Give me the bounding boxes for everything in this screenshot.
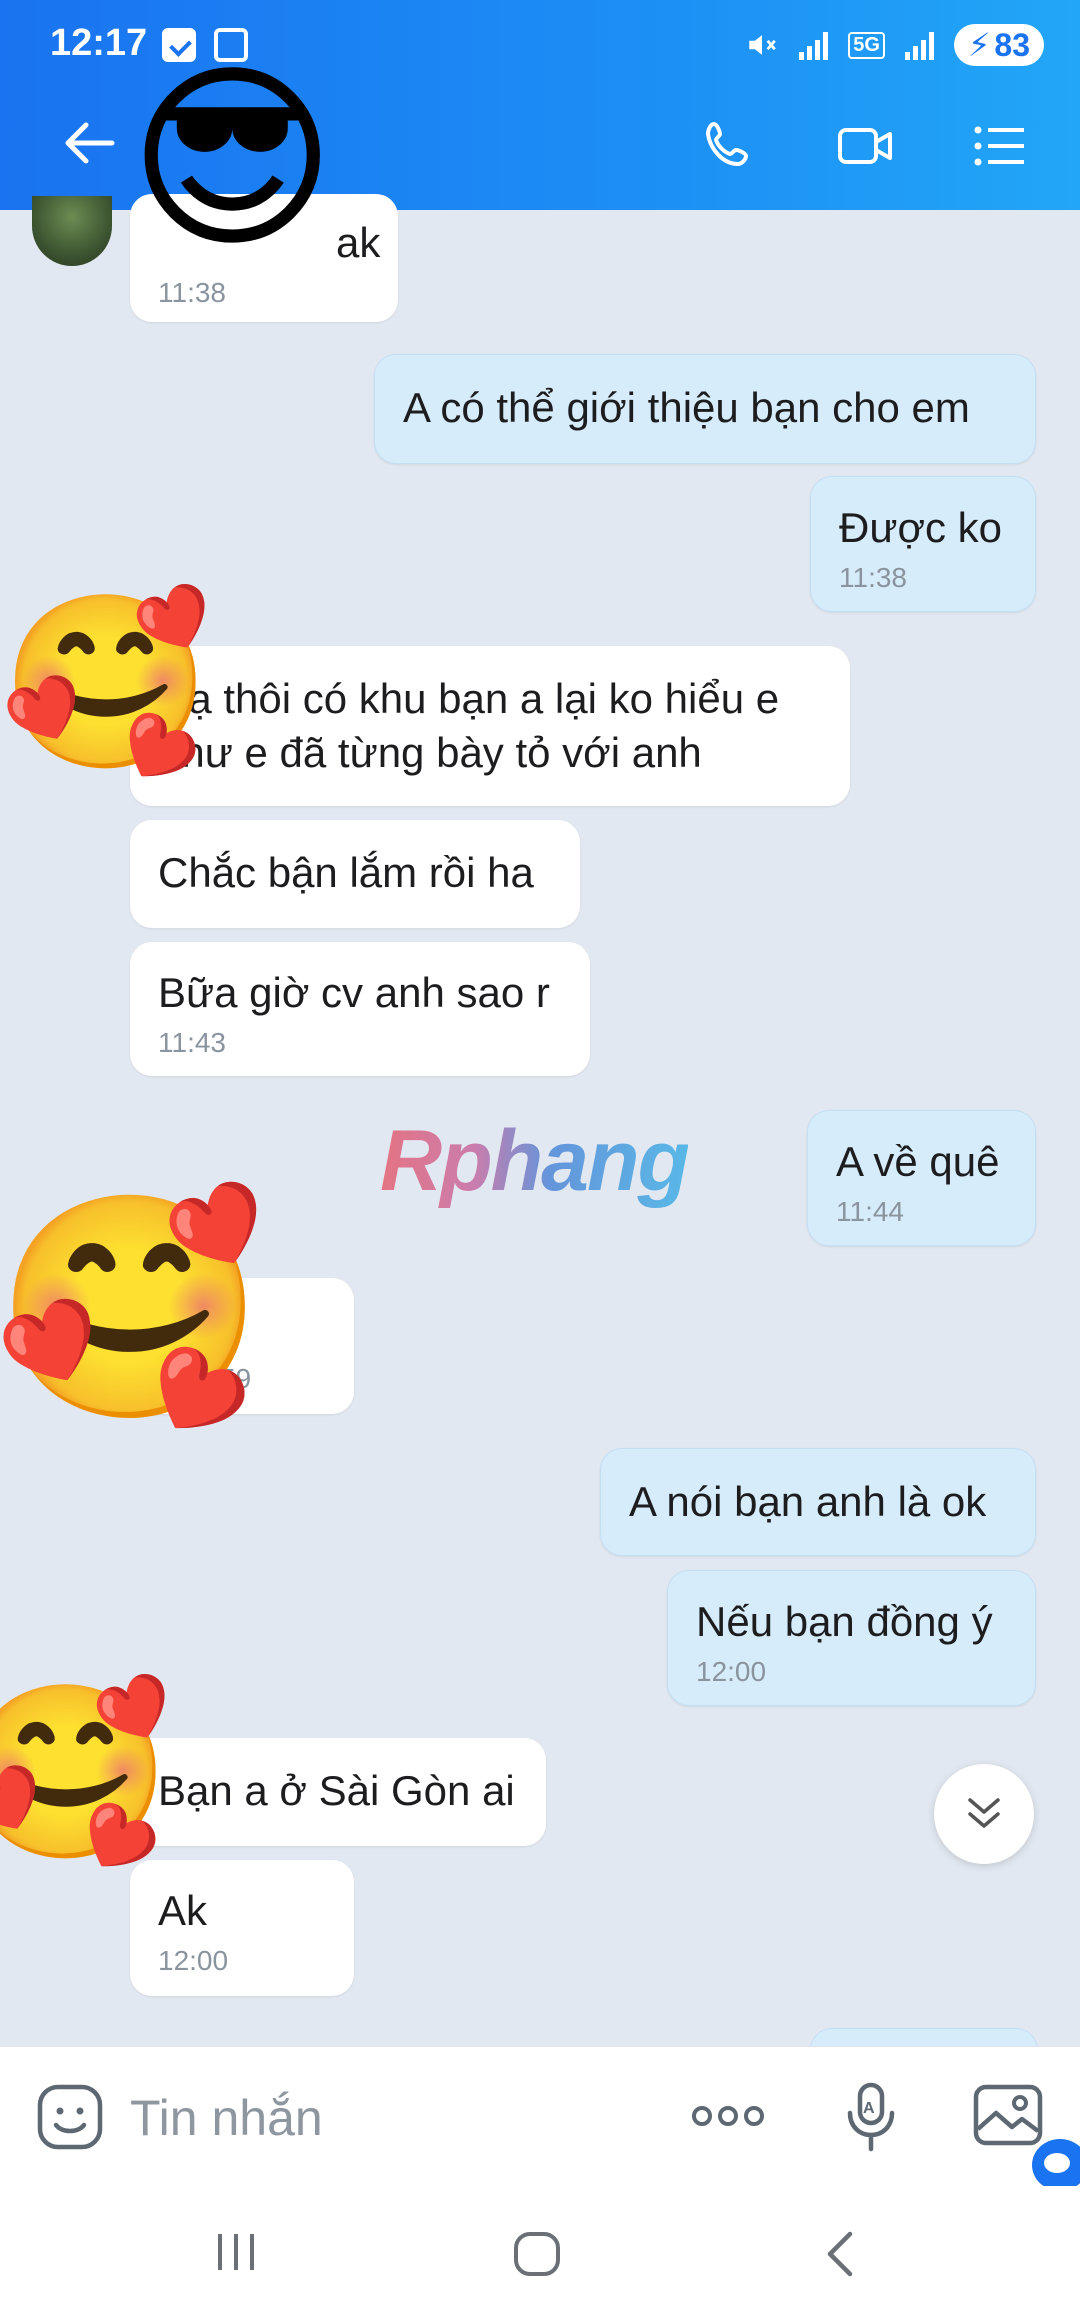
message-bubble[interactable]: Bữa giờ cv anh sao r 11:43 [130, 942, 590, 1076]
message-bubble[interactable]: Bạn a ở Sài Gòn ai [130, 1738, 546, 1846]
message-composer: Tin nhắn A [0, 2046, 1080, 2191]
phone-icon[interactable] [700, 118, 760, 174]
message-bubble[interactable]: A về quê 11:44 [807, 1110, 1036, 1246]
contact-avatar-photo[interactable] [32, 196, 112, 266]
message-bubble[interactable]: A nói bạn anh là ok [600, 1448, 1036, 1556]
charging-icon: ⚡ [967, 27, 991, 63]
chat-bubble-badge[interactable] [1032, 2139, 1080, 2191]
image-icon[interactable] [972, 2083, 1044, 2147]
battery-indicator: ⚡ 83 [953, 24, 1044, 66]
message-text: Ak [158, 1887, 208, 1934]
message-text: A có thể giới thiệu bạn cho em [403, 384, 970, 431]
message-bubble[interactable]: Ak 12:00 [130, 1860, 354, 1996]
status-right-icons: 5G ⚡ 83 [745, 24, 1044, 66]
message-text: Bữa giờ cv anh sao r [158, 969, 550, 1016]
message-text: Nếu bạn đồng ý [696, 1598, 993, 1645]
message-bubble[interactable]: Chắc bận lắm rồi ha [130, 820, 580, 928]
message-text: Dạ thôi có khu bạn a lại ko hiểu e như e… [158, 675, 780, 776]
message-time: 11:44 [836, 1196, 904, 1227]
double-chevron-down-icon [968, 1798, 1000, 1828]
list-menu-icon[interactable] [970, 118, 1030, 174]
more-dots-icon[interactable] [690, 2101, 766, 2131]
emoji-icon[interactable] [36, 2083, 104, 2151]
watermark-logo: Rphang [380, 1113, 690, 1209]
mic-icon[interactable]: A [844, 2081, 898, 2155]
mute-icon [749, 35, 777, 55]
message-time: 12:00 [696, 1656, 767, 1687]
recent-apps-icon[interactable] [212, 2230, 260, 2274]
battery-level: 83 [994, 26, 1030, 63]
message-bubble[interactable]: Dạ thôi có khu bạn a lại ko hiểu e như e… [130, 646, 850, 806]
sender-avatar-emoji[interactable]: 🥰 [0, 598, 212, 768]
home-icon[interactable] [512, 2230, 562, 2278]
sender-avatar-emoji[interactable]: 🥰 [0, 1688, 172, 1858]
message-text: Được ko [839, 504, 1003, 551]
signal-2-icon [904, 30, 934, 60]
message-text: A nói bạn anh là ok [629, 1478, 987, 1525]
message-bubble[interactable]: A có thể giới thiệu bạn cho em [374, 354, 1036, 464]
sender-avatar-emoji[interactable]: 🥰 [0, 1200, 265, 1418]
svg-text:A: A [863, 2100, 875, 2117]
message-input[interactable]: Tin nhắn [130, 2089, 323, 2147]
chat-bubble-icon [1044, 2153, 1070, 2173]
back-arrow-icon[interactable] [60, 118, 116, 168]
message-bubble[interactable]: Được ko 11:38 [810, 476, 1036, 612]
message-time: 11:38 [158, 277, 226, 308]
message-text: Chắc bận lắm rồi ha [158, 849, 534, 896]
message-text: Bạn a ở Sài Gòn ai [158, 1767, 515, 1814]
message-time: 11:43 [158, 1027, 226, 1058]
message-time: 12:00 [158, 1945, 229, 1976]
signal-1-icon [799, 30, 829, 60]
message-bubble[interactable]: Nếu bạn đồng ý 12:00 [667, 1570, 1036, 1706]
video-call-icon[interactable] [836, 118, 896, 174]
scroll-to-bottom-button[interactable] [934, 1764, 1034, 1864]
message-time: 11:38 [839, 562, 907, 593]
system-navigation-bar [0, 2186, 1080, 2316]
network-type-label: 5G [848, 31, 885, 59]
message-text: A về quê [836, 1138, 1000, 1185]
contact-avatar-emoji[interactable]: 😎 [128, 60, 337, 260]
back-nav-icon[interactable] [820, 2230, 860, 2278]
